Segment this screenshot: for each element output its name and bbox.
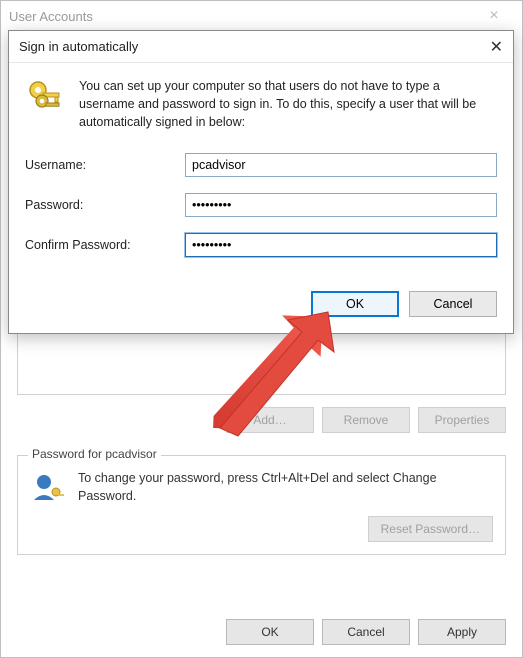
username-field[interactable] bbox=[185, 153, 497, 177]
parent-footer: OK Cancel Apply bbox=[226, 619, 506, 645]
credentials-form: Username: Password: Confirm Password: bbox=[25, 153, 497, 257]
modal-close-icon[interactable]: ✕ bbox=[463, 37, 503, 57]
password-groupbox: Password for pcadvisor To change your pa… bbox=[17, 455, 506, 555]
parent-close-icon[interactable]: × bbox=[474, 7, 514, 25]
keys-icon bbox=[25, 77, 65, 117]
parent-title: User Accounts bbox=[9, 9, 474, 24]
modal-cancel-button[interactable]: Cancel bbox=[409, 291, 497, 317]
modal-footer: OK Cancel bbox=[9, 291, 513, 333]
password-field[interactable] bbox=[185, 193, 497, 217]
reset-password-button: Reset Password… bbox=[368, 516, 493, 542]
modal-body: You can set up your computer so that use… bbox=[9, 63, 513, 291]
modal-titlebar: Sign in automatically ✕ bbox=[9, 31, 513, 63]
group-legend: Password for pcadvisor bbox=[28, 447, 161, 461]
parent-apply-button[interactable]: Apply bbox=[418, 619, 506, 645]
sign-in-automatically-dialog: Sign in automatically ✕ You can set up y… bbox=[8, 30, 514, 334]
password-label: Password: bbox=[25, 198, 185, 212]
parent-cancel-button[interactable]: Cancel bbox=[322, 619, 410, 645]
user-keys-icon bbox=[30, 470, 66, 506]
confirm-password-field[interactable] bbox=[185, 233, 497, 257]
modal-ok-button[interactable]: OK bbox=[311, 291, 399, 317]
modal-title: Sign in automatically bbox=[19, 39, 463, 54]
confirm-password-label: Confirm Password: bbox=[25, 238, 185, 252]
username-label: Username: bbox=[25, 158, 185, 172]
parent-ok-button[interactable]: OK bbox=[226, 619, 314, 645]
remove-button: Remove bbox=[322, 407, 410, 433]
user-buttons-row: Add… Remove Properties bbox=[17, 407, 506, 433]
properties-button: Properties bbox=[418, 407, 506, 433]
modal-description: You can set up your computer so that use… bbox=[79, 77, 497, 131]
group-text: To change your password, press Ctrl+Alt+… bbox=[78, 470, 493, 505]
add-button: Add… bbox=[226, 407, 314, 433]
parent-titlebar: User Accounts × bbox=[1, 1, 522, 31]
